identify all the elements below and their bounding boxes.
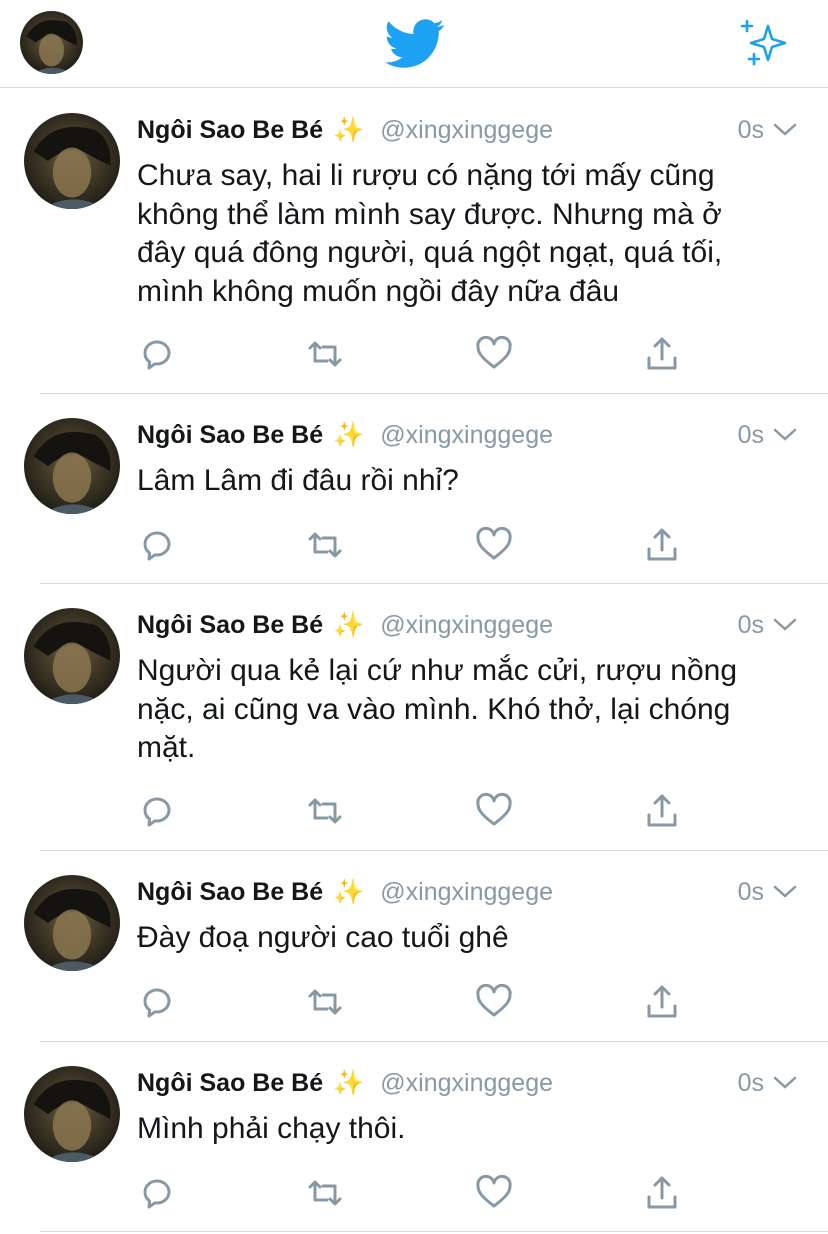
avatar-image: [24, 608, 120, 704]
tweet-actions: [137, 982, 697, 1022]
display-name[interactable]: Ngôi Sao Be Bé: [137, 421, 323, 450]
tweet-text: Lâm Lâm đi đâu rồi nhỉ?: [137, 462, 797, 501]
tweet-text-line: Chưa say, hai li rượu có nặng tới mấy cũ…: [137, 159, 715, 192]
chevron-down-icon[interactable]: [772, 881, 798, 901]
reply-icon[interactable]: [137, 791, 177, 831]
avatar-image: [24, 418, 120, 514]
timestamp: 0s: [737, 611, 764, 639]
tweet-text-line: nặc, ai cũng va vào mình. Khó thở, lại c…: [137, 692, 731, 726]
tweet-text: Người qua kẻ lại cứ như mắc cửi, rượu nồ…: [137, 652, 797, 768]
tweet[interactable]: Ngôi Sao Be Bé ✨ @xingxinggege 0s Lâm Lâ…: [0, 394, 828, 584]
chevron-down-icon[interactable]: [772, 119, 798, 139]
tweet-text: Đày đoạ người cao tuổi ghê: [137, 919, 797, 958]
reply-icon[interactable]: [137, 982, 177, 1022]
avatar[interactable]: [24, 418, 120, 514]
like-heart-icon[interactable]: [474, 982, 514, 1022]
username-handle[interactable]: @xingxinggege: [380, 878, 553, 907]
timestamp: 0s: [737, 1069, 764, 1097]
tweet[interactable]: Ngôi Sao Be Bé ✨ @xingxinggege 0s Đày đo…: [0, 851, 828, 1042]
sparkles-emoji: ✨: [333, 877, 365, 906]
chevron-down-icon[interactable]: [772, 424, 798, 444]
tweet-text-line: mình không muốn ngồi đây nữa đâu: [137, 274, 620, 308]
tweet[interactable]: Ngôi Sao Be Bé ✨ @xingxinggege 0s Mình p…: [0, 1042, 828, 1232]
tweet-divider: [40, 1231, 828, 1232]
chevron-down-icon[interactable]: [772, 614, 798, 634]
tweet[interactable]: Ngôi Sao Be Bé ✨ @xingxinggege 0s Người …: [0, 584, 828, 851]
retweet-icon[interactable]: [305, 1173, 345, 1213]
retweet-icon[interactable]: [305, 982, 345, 1022]
avatar[interactable]: [24, 875, 120, 971]
tweet-header: Ngôi Sao Be Bé ✨ @xingxinggege 0s: [137, 1066, 798, 1100]
tweet-header: Ngôi Sao Be Bé ✨ @xingxinggege 0s: [137, 418, 798, 452]
reply-icon[interactable]: [137, 334, 177, 374]
tweet[interactable]: Ngôi Sao Be Bé ✨ @xingxinggege 0s Chưa s…: [0, 89, 828, 394]
username-handle[interactable]: @xingxinggege: [380, 1069, 553, 1098]
tweet-text: Chưa say, hai li rượu có nặng tới mấy cũ…: [137, 157, 797, 311]
tweet-header: Ngôi Sao Be Bé ✨ @xingxinggege 0s: [137, 113, 798, 147]
avatar[interactable]: [24, 1066, 120, 1162]
username-handle[interactable]: @xingxinggege: [380, 421, 553, 450]
username-handle[interactable]: @xingxinggege: [380, 116, 553, 145]
top-navigation-bar: [0, 0, 828, 88]
twitter-bird-icon[interactable]: [385, 18, 445, 70]
like-heart-icon[interactable]: [474, 334, 514, 374]
tweet-text-line: Người qua kẻ lại cứ như mắc cửi, rượu nồ…: [137, 654, 737, 687]
share-icon[interactable]: [642, 982, 682, 1022]
display-name[interactable]: Ngôi Sao Be Bé: [137, 611, 323, 640]
sparkles-emoji: ✨: [333, 610, 365, 639]
tweet-actions: [137, 334, 697, 374]
like-heart-icon[interactable]: [474, 525, 514, 565]
tweet-actions: [137, 525, 697, 565]
username-handle[interactable]: @xingxinggege: [380, 611, 553, 640]
share-icon[interactable]: [642, 791, 682, 831]
tweet-text-line: đây quá đông người, quá ngột ngạt, quá t…: [137, 236, 723, 269]
reply-icon[interactable]: [137, 1173, 177, 1213]
share-icon[interactable]: [642, 1173, 682, 1213]
display-name[interactable]: Ngôi Sao Be Bé: [137, 878, 323, 907]
avatar-image: [24, 1066, 120, 1162]
tweet-header: Ngôi Sao Be Bé ✨ @xingxinggege 0s: [137, 608, 798, 642]
tweet-text: Mình phải chạy thôi.: [137, 1110, 797, 1149]
reply-icon[interactable]: [137, 525, 177, 565]
timestamp: 0s: [737, 116, 764, 144]
tweet-text-line: mặt.: [137, 731, 196, 764]
share-icon[interactable]: [642, 334, 682, 374]
display-name[interactable]: Ngôi Sao Be Bé: [137, 1069, 323, 1098]
retweet-icon[interactable]: [305, 791, 345, 831]
retweet-icon[interactable]: [305, 334, 345, 374]
tweet-actions: [137, 1173, 697, 1213]
timestamp: 0s: [737, 421, 764, 449]
tweet-actions: [137, 791, 697, 831]
tweet-text-line: Lâm Lâm đi đâu rồi nhỉ?: [137, 464, 459, 497]
avatar-image: [24, 875, 120, 971]
avatar[interactable]: [24, 608, 120, 704]
timestamp: 0s: [737, 878, 764, 906]
retweet-icon[interactable]: [305, 525, 345, 565]
avatar-image: [24, 113, 120, 209]
tweet-text-line: Đày đoạ người cao tuổi ghê: [137, 921, 509, 954]
tweet-header: Ngôi Sao Be Bé ✨ @xingxinggege 0s: [137, 875, 798, 909]
tweet-text-line: Mình phải chạy thôi.: [137, 1112, 406, 1145]
sparkles-emoji: ✨: [333, 420, 365, 449]
display-name[interactable]: Ngôi Sao Be Bé: [137, 116, 323, 145]
tweet-text-line: không thể làm mình say được. Nhưng mà ở: [137, 197, 722, 231]
avatar-image: [20, 11, 83, 74]
sparkles-emoji: ✨: [333, 115, 365, 144]
share-icon[interactable]: [642, 525, 682, 565]
avatar[interactable]: [24, 113, 120, 209]
sparkle-icon[interactable]: [738, 18, 790, 68]
chevron-down-icon[interactable]: [772, 1072, 798, 1092]
sparkles-emoji: ✨: [333, 1068, 365, 1097]
profile-avatar[interactable]: [20, 11, 83, 74]
like-heart-icon[interactable]: [474, 791, 514, 831]
like-heart-icon[interactable]: [474, 1173, 514, 1213]
